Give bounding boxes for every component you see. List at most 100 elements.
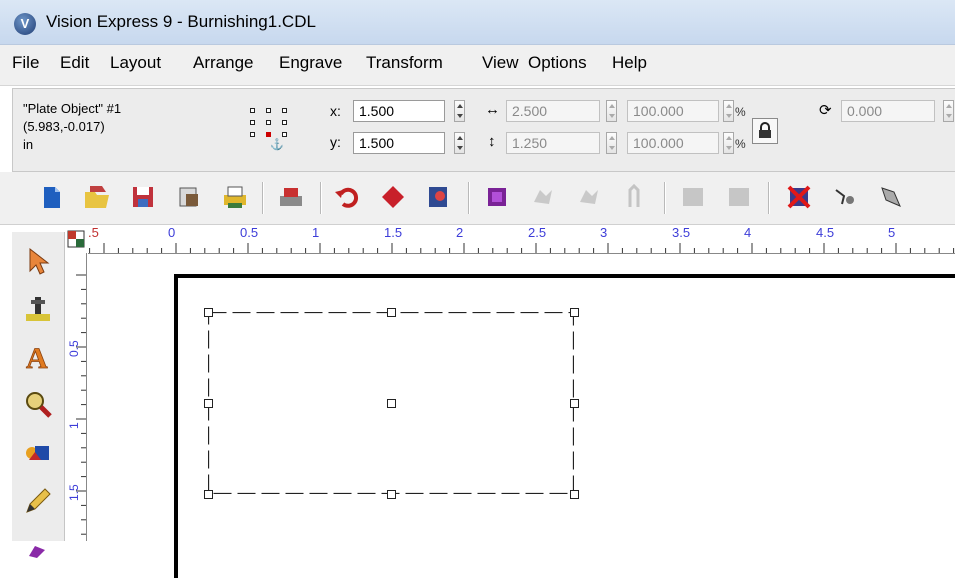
ruler-corner-button[interactable] — [65, 228, 88, 253]
anchor-dot[interactable] — [266, 108, 271, 113]
anchor-point-selector[interactable]: ⚓ — [248, 106, 298, 151]
pencil-icon — [26, 488, 51, 513]
ruler-label: .5 — [88, 225, 99, 240]
new-file-icon — [44, 187, 60, 208]
zoom-tool[interactable] — [21, 388, 55, 422]
anchor-dot[interactable] — [250, 120, 255, 125]
preview-button[interactable] — [424, 182, 454, 212]
delete-nodes-button[interactable] — [784, 182, 814, 212]
trim-button[interactable] — [724, 182, 754, 212]
rotation-spinner[interactable] — [943, 100, 954, 122]
y-spinner[interactable] — [454, 132, 465, 154]
ruler-label: 4.5 — [816, 225, 835, 240]
anchor-dot[interactable] — [250, 108, 255, 113]
brush-tool[interactable] — [21, 528, 55, 562]
shape-tool[interactable] — [21, 436, 55, 470]
menu-transform[interactable]: Transform — [366, 53, 443, 73]
x-position-field[interactable]: 1.500 — [353, 100, 445, 122]
resize-handle-left[interactable] — [204, 399, 213, 408]
ungroup-button[interactable] — [528, 182, 558, 212]
width-percent-field[interactable]: 100.000 — [627, 100, 719, 122]
anchor-dot[interactable] — [250, 132, 255, 137]
anchor-dot-selected[interactable] — [266, 132, 271, 137]
width-field[interactable]: 2.500 — [506, 100, 600, 122]
resize-handle-right[interactable] — [570, 399, 579, 408]
height-icon: ↕ — [488, 133, 496, 150]
anchor-dot[interactable] — [282, 120, 287, 125]
anchor-dot[interactable] — [282, 132, 287, 137]
menu-arrange[interactable]: Arrange — [193, 53, 253, 73]
undo-button[interactable] — [332, 182, 362, 212]
center-handle[interactable] — [387, 399, 396, 408]
pencil-tool[interactable] — [21, 484, 55, 518]
menu-file[interactable]: File — [12, 53, 39, 73]
resize-handle-bottom-right[interactable] — [570, 490, 579, 499]
ruler-label: 1 — [67, 422, 81, 429]
combine-button[interactable] — [574, 182, 604, 212]
weld-button[interactable] — [678, 182, 708, 212]
print-button[interactable] — [220, 182, 250, 212]
aspect-lock-button[interactable] — [752, 118, 778, 144]
engrave-tool[interactable] — [21, 292, 55, 326]
text-a-icon: A — [26, 342, 49, 376]
resize-handle-top-right[interactable] — [570, 308, 579, 317]
engrave-machine-icon — [280, 188, 302, 206]
rotation-field[interactable]: 0.000 — [841, 100, 935, 122]
toolbar-separator — [320, 182, 322, 214]
select-tool[interactable] — [21, 244, 55, 278]
units-label: in — [23, 137, 34, 152]
save-icon — [133, 187, 153, 207]
trim-icon — [729, 188, 749, 206]
horizontal-ruler[interactable]: .5 0 0.5 1 1.5 2 2.5 3 3.5 4 4.5 5 — [88, 225, 955, 254]
ruler-label: 1.5 — [67, 484, 81, 501]
node-edit-button[interactable] — [830, 182, 860, 212]
combine-icon — [580, 190, 598, 204]
redo-button[interactable] — [378, 182, 408, 212]
menu-edit[interactable]: Edit — [60, 53, 89, 73]
tools-palette: A — [12, 232, 65, 558]
height-percent-field[interactable]: 100.000 — [627, 132, 719, 154]
height-field[interactable]: 1.250 — [506, 132, 600, 154]
height-percent-spinner[interactable] — [723, 132, 734, 154]
group-button[interactable] — [482, 182, 512, 212]
toolbar-separator — [768, 182, 770, 214]
save-button[interactable] — [128, 182, 158, 212]
new-file-button[interactable] — [36, 182, 66, 212]
weld-icon — [683, 188, 703, 206]
resize-handle-top[interactable] — [387, 308, 396, 317]
menu-layout[interactable]: Layout — [110, 53, 161, 73]
resize-handle-bottom[interactable] — [387, 490, 396, 499]
resize-handle-top-left[interactable] — [204, 308, 213, 317]
import-button[interactable] — [174, 182, 204, 212]
import-icon — [179, 187, 198, 207]
open-file-button[interactable] — [82, 182, 112, 212]
ruler-label: 1 — [312, 225, 320, 240]
menu-view[interactable]: View — [482, 53, 519, 73]
lock-icon — [759, 122, 771, 138]
width-spinner[interactable] — [606, 100, 617, 122]
menu-engrave[interactable]: Engrave — [279, 53, 342, 73]
app-icon[interactable]: V — [14, 13, 36, 35]
drawing-canvas[interactable] — [88, 254, 955, 578]
width-icon: ↔ — [485, 101, 500, 118]
engrave-button[interactable] — [276, 182, 306, 212]
y-position-field[interactable]: 1.500 — [353, 132, 445, 154]
height-spinner[interactable] — [606, 132, 617, 154]
break-apart-button[interactable] — [620, 182, 650, 212]
ruler-label: 5 — [888, 225, 896, 240]
anchor-dot[interactable] — [282, 108, 287, 113]
text-tool[interactable]: A — [21, 340, 55, 376]
anchor-icon: ⚓ — [270, 139, 284, 151]
ruler-label: 1.5 — [384, 225, 403, 240]
pen-tool-button[interactable] — [876, 182, 906, 212]
menu-help[interactable]: Help — [612, 53, 647, 73]
vertical-ruler[interactable]: 0.5 1 1.5 — [66, 253, 87, 541]
object-coords: (5.983,-0.017) — [23, 119, 105, 134]
ungroup-icon — [534, 190, 552, 204]
x-spinner[interactable] — [454, 100, 465, 122]
anchor-dot[interactable] — [266, 120, 271, 125]
resize-handle-bottom-left[interactable] — [204, 490, 213, 499]
width-percent-spinner[interactable] — [723, 100, 734, 122]
menu-options[interactable]: Options — [528, 53, 587, 73]
delete-x-icon — [787, 185, 811, 209]
